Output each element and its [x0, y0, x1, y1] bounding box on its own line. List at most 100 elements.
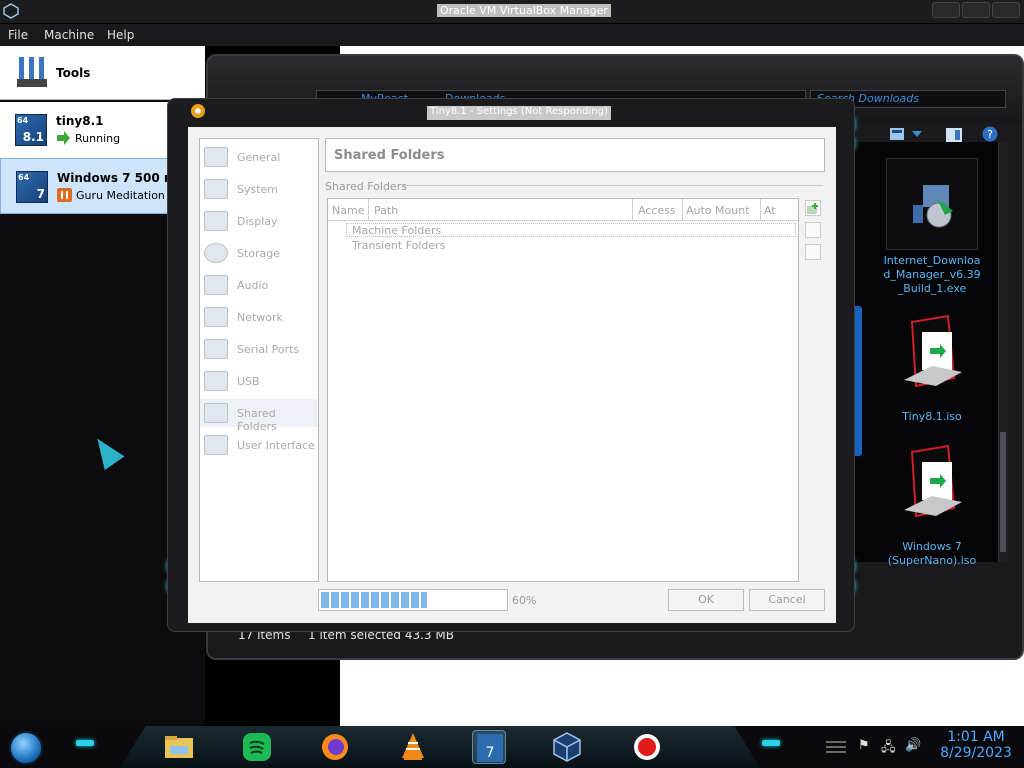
show-desktop-icon[interactable]: [826, 740, 846, 754]
column-header-at[interactable]: At: [764, 204, 776, 217]
tools-icon: [17, 57, 47, 87]
progress-bar: [318, 589, 508, 611]
spotify-taskbar-button[interactable]: [240, 730, 274, 764]
guru-meditation-icon: [57, 188, 72, 202]
spotify-icon: [243, 733, 271, 761]
column-header-access[interactable]: Access: [638, 204, 676, 217]
menu-help[interactable]: Help: [107, 28, 134, 42]
tree-row-transient-folders[interactable]: Transient Folders: [352, 239, 445, 252]
menu-machine[interactable]: Machine: [44, 28, 94, 42]
progress-percent: 60%: [512, 594, 537, 607]
vm-name: Windows 7 500 mb: [57, 171, 185, 185]
page-title-box: Shared Folders: [325, 138, 825, 172]
vlc-icon: [402, 733, 424, 760]
clock-time: 1:01 AM: [947, 729, 1005, 745]
volume-icon[interactable]: 🔊: [905, 738, 921, 753]
ok-button[interactable]: OK: [668, 589, 744, 611]
vm-window-taskbar-button[interactable]: 7: [472, 730, 506, 764]
desktop: Oracle VM VirtualBox Manager File Machin…: [0, 0, 1024, 768]
help-icon[interactable]: ?: [982, 126, 998, 142]
nav-item-shared-folders[interactable]: Shared Folders: [200, 399, 318, 433]
vm-name: tiny8.1: [56, 114, 104, 128]
vlc-taskbar-button[interactable]: [396, 730, 430, 764]
nav-item-audio[interactable]: Audio: [200, 271, 318, 299]
nav-item-usb[interactable]: USB: [200, 367, 318, 395]
running-arrow-icon: [57, 131, 70, 145]
section-label: Shared Folders: [325, 180, 407, 193]
shared-folders-tree[interactable]: Name Path Access Auto Mount At Machine F…: [327, 198, 799, 582]
general-icon: [204, 147, 228, 167]
accent-light: [762, 740, 780, 746]
settings-nav: General System Display Storage Audio Net…: [199, 138, 319, 582]
maximize-button[interactable]: [962, 2, 990, 18]
installer-icon: [886, 158, 978, 250]
firefox-taskbar-button[interactable]: [318, 730, 352, 764]
close-button[interactable]: [992, 2, 1020, 18]
remove-folder-button[interactable]: [805, 244, 821, 260]
disc-image-icon: [886, 314, 978, 406]
accent-light: [76, 740, 94, 746]
settings-page: Shared Folders Shared Folders Name Path …: [325, 138, 825, 582]
disc-image-icon: [886, 444, 978, 536]
add-folder-icon: [807, 203, 818, 214]
windows7-vm-icon: 7: [477, 734, 503, 762]
folder-icon: [204, 403, 228, 423]
usb-icon: [204, 371, 228, 391]
vbox-tools-item[interactable]: Tools: [0, 46, 205, 100]
edit-folder-button[interactable]: [805, 222, 821, 238]
network-icon[interactable]: 🖧: [881, 738, 896, 760]
file-name: Tiny8.1.iso: [902, 410, 962, 423]
tools-label: Tools: [56, 66, 91, 80]
virtualbox-taskbar-button[interactable]: [550, 730, 584, 764]
column-header-path[interactable]: Path: [374, 204, 398, 217]
nav-item-display[interactable]: Display: [200, 207, 318, 235]
file-item[interactable]: Windows 7 (SuperNano).iso: [862, 444, 1002, 568]
vbox-window-title: Oracle VM VirtualBox Manager: [437, 4, 611, 17]
minimize-button[interactable]: [932, 2, 960, 18]
start-button[interactable]: [9, 731, 43, 765]
window-controls: [932, 2, 1020, 18]
page-title: Shared Folders: [334, 148, 445, 163]
nav-item-network[interactable]: Network: [200, 303, 318, 331]
vbox-menubar: File Machine Help: [0, 24, 1024, 46]
audio-icon: [204, 275, 228, 295]
network-icon: [204, 307, 228, 327]
os-icon: 64 7: [16, 171, 48, 203]
taskbar: 7: [0, 726, 1024, 768]
tree-header: Name Path Access Auto Mount At: [328, 199, 798, 221]
vbox-titlebar: Oracle VM VirtualBox Manager: [0, 0, 1024, 24]
file-item[interactable]: Tiny8.1.iso: [862, 314, 1002, 424]
clock-date: 8/29/2023: [940, 745, 1012, 761]
action-center-icon[interactable]: ⚑: [858, 738, 870, 753]
system-clock[interactable]: 1:01 AM 8/29/2023: [936, 729, 1016, 761]
cancel-button[interactable]: Cancel: [749, 589, 825, 611]
nav-item-general[interactable]: General: [200, 143, 318, 171]
virtualbox-icon: [3, 3, 19, 19]
file-explorer-taskbar-button[interactable]: [162, 730, 196, 764]
folder-icon: [165, 736, 193, 758]
system-icon: [204, 179, 228, 199]
settings-dialog-title: Tiny8.1 - Settings (Not Responding): [427, 106, 611, 120]
nav-item-serial-ports[interactable]: Serial Ports: [200, 335, 318, 363]
virtualbox-icon: [553, 732, 581, 762]
recorder-taskbar-button[interactable]: [630, 730, 664, 764]
add-folder-button[interactable]: [805, 200, 821, 216]
menu-file[interactable]: File: [8, 28, 28, 42]
file-item[interactable]: Internet_Download_Manager_v6.39_Build_1.…: [862, 158, 1002, 296]
progress-fill: [321, 592, 427, 608]
chevron-down-icon[interactable]: [912, 131, 922, 137]
file-name: Windows 7 (SuperNano).iso: [887, 540, 977, 567]
serial-port-icon: [204, 339, 228, 359]
view-icon[interactable]: [890, 128, 904, 140]
column-header-name[interactable]: Name: [332, 204, 364, 217]
svg-text:?: ?: [987, 128, 993, 141]
nav-item-storage[interactable]: Storage: [200, 239, 318, 267]
vm-state: Running: [75, 132, 121, 145]
column-header-auto-mount[interactable]: Auto Mount: [686, 204, 750, 217]
nav-item-system[interactable]: System: [200, 175, 318, 203]
preview-pane-icon[interactable]: [946, 128, 962, 142]
file-name: Internet_Download_Manager_v6.39_Build_1.…: [883, 254, 981, 295]
nav-item-user-interface[interactable]: User Interface: [200, 431, 318, 459]
tree-row-machine-folders[interactable]: Machine Folders: [352, 224, 441, 237]
record-icon: [634, 734, 660, 760]
